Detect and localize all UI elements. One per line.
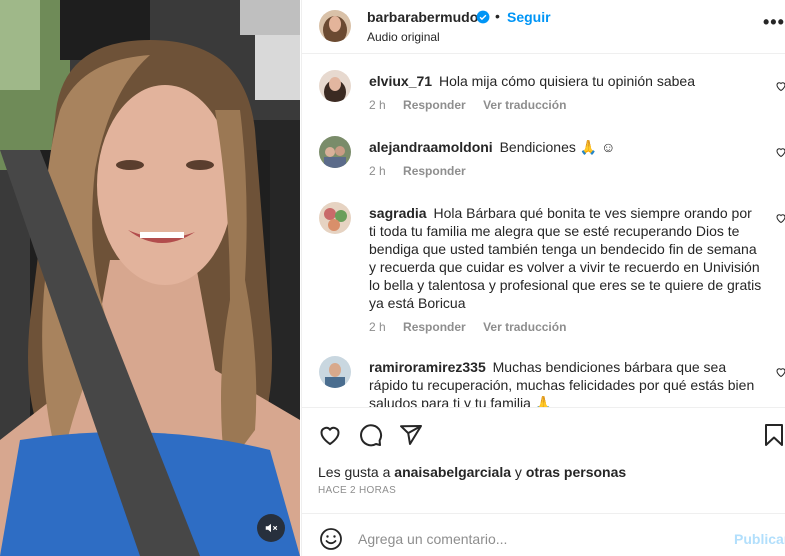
see-translation-button[interactable]: Ver traducción bbox=[483, 320, 566, 334]
post-actions: Les gusta a anaisabelgarciala y otras pe… bbox=[302, 407, 785, 556]
comment-input[interactable] bbox=[358, 528, 718, 550]
reply-button[interactable]: Responder bbox=[403, 164, 466, 178]
comment-body: Hola mija cómo quisiera tu opinión sabea bbox=[438, 73, 695, 89]
see-translation-button[interactable]: Ver traducción bbox=[483, 98, 566, 112]
comment-time[interactable]: 2 h bbox=[369, 320, 386, 334]
audio-label[interactable]: Audio original bbox=[367, 30, 440, 44]
comments-list[interactable]: elviux_71 Hola mija cómo quisiera tu opi… bbox=[302, 54, 785, 407]
comment-text-block: elviux_71 Hola mija cómo quisiera tu opi… bbox=[369, 72, 762, 90]
reply-button[interactable]: Responder bbox=[403, 320, 466, 334]
verified-badge-icon bbox=[476, 10, 490, 29]
post-panel: barbarabermudo • Seguir Audio original •… bbox=[301, 0, 785, 556]
likes-middle: y bbox=[511, 464, 526, 480]
comment-username[interactable]: elviux_71 bbox=[369, 73, 432, 89]
comment-username[interactable]: sagradia bbox=[369, 205, 427, 221]
post-timestamp[interactable]: HACE 2 HORAS bbox=[318, 485, 396, 496]
comment-body: Bendiciones 🙏 ☺ bbox=[499, 139, 616, 155]
more-options-button[interactable]: ••• bbox=[763, 12, 785, 33]
heart-icon[interactable] bbox=[775, 212, 785, 224]
likes-summary: Les gusta a anaisabelgarciala y otras pe… bbox=[318, 464, 626, 480]
heart-icon[interactable] bbox=[775, 366, 785, 378]
comment-composer: Publicar bbox=[302, 513, 785, 556]
comment-time[interactable]: 2 h bbox=[369, 98, 386, 112]
comment-avatar[interactable] bbox=[319, 356, 351, 388]
bookmark-icon[interactable] bbox=[764, 423, 784, 447]
paper-plane-icon[interactable] bbox=[399, 423, 423, 447]
reply-button[interactable]: Responder bbox=[403, 98, 466, 112]
heart-icon[interactable] bbox=[318, 423, 342, 447]
speaker-muted-icon bbox=[265, 523, 278, 533]
comment-avatar[interactable] bbox=[319, 136, 351, 168]
smiley-icon[interactable] bbox=[319, 527, 343, 551]
comment-username[interactable]: ramiroramirez335 bbox=[369, 359, 486, 375]
author-username[interactable]: barbarabermudo bbox=[367, 9, 478, 25]
comment-avatar[interactable] bbox=[319, 70, 351, 102]
mute-button[interactable] bbox=[257, 514, 285, 542]
comment-meta: 2 h Responder Ver traducción bbox=[369, 98, 580, 112]
video-frame-image bbox=[0, 0, 300, 556]
comment-meta: 2 h Responder Ver traducción bbox=[369, 320, 580, 334]
comment-username[interactable]: alejandraamoldoni bbox=[369, 139, 493, 155]
heart-icon[interactable] bbox=[775, 80, 785, 92]
post-header: barbarabermudo • Seguir Audio original •… bbox=[302, 0, 785, 54]
author-avatar[interactable] bbox=[319, 10, 351, 42]
separator-dot: • bbox=[495, 8, 500, 24]
post-media[interactable] bbox=[0, 0, 300, 556]
publish-comment-button[interactable]: Publicar bbox=[734, 531, 785, 547]
comment-meta: 2 h Responder bbox=[369, 164, 480, 178]
liker-username[interactable]: anaisabelgarciala bbox=[394, 464, 511, 480]
heart-icon[interactable] bbox=[775, 146, 785, 158]
comment-text-block: alejandraamoldoni Bendiciones 🙏 ☺ bbox=[369, 138, 762, 156]
comment-time[interactable]: 2 h bbox=[369, 164, 386, 178]
comment-bubble-icon[interactable] bbox=[359, 423, 383, 447]
comment-body: Hola Bárbara qué bonita te ves siempre o… bbox=[369, 205, 762, 311]
likes-prefix: Les gusta a bbox=[318, 464, 395, 480]
comment-text-block: ramiroramirez335 Muchas bendiciones bárb… bbox=[369, 358, 762, 407]
follow-button[interactable]: Seguir bbox=[507, 9, 551, 25]
other-likers-link[interactable]: otras personas bbox=[526, 464, 626, 480]
comment-avatar[interactable] bbox=[319, 202, 351, 234]
comment-text-block: sagradia Hola Bárbara qué bonita te ves … bbox=[369, 204, 762, 312]
